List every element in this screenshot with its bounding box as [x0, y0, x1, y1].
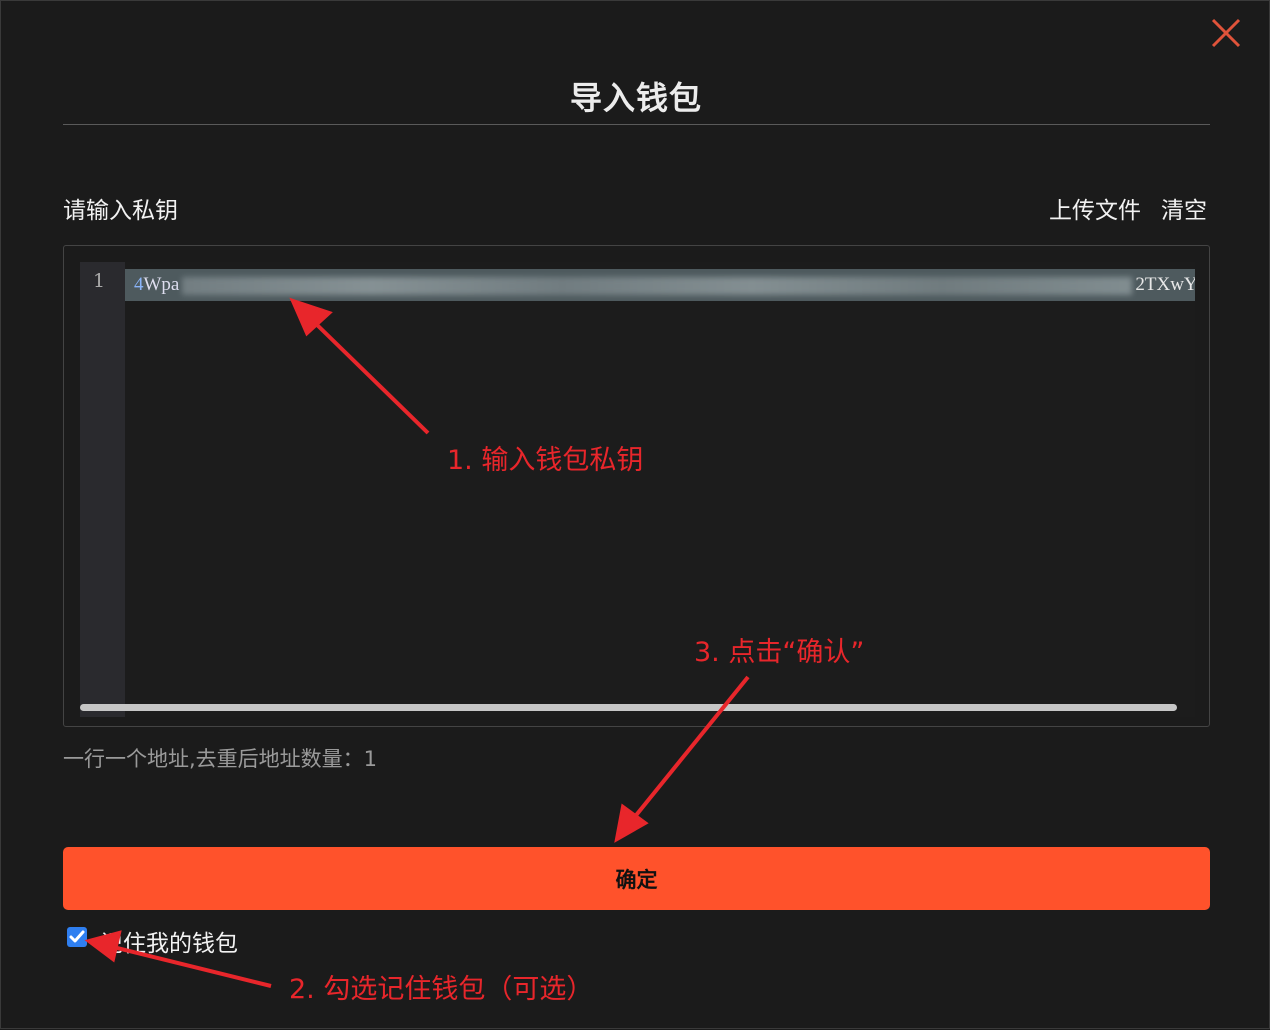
- dialog-title: 导入钱包: [569, 79, 702, 117]
- annotation-step-2: 2. 勾选记住钱包（可选）: [289, 974, 594, 1005]
- confirm-button[interactable]: 确定: [63, 847, 1210, 910]
- clear-link[interactable]: 清空: [1161, 191, 1207, 225]
- upload-file-link[interactable]: 上传文件: [1049, 191, 1141, 225]
- checkmark-icon: [69, 930, 85, 943]
- editor-area[interactable]: 1 4Wpa 2TXwYE: [80, 262, 1195, 717]
- line-number: 1: [92, 270, 106, 292]
- code-suffix: 2TXwYE: [1135, 274, 1195, 295]
- private-key-editor[interactable]: 1 4Wpa 2TXwYE: [63, 245, 1210, 727]
- address-count-hint: 一行一个地址,去重后地址数量：1: [63, 747, 378, 771]
- annotation-step-1: 1. 输入钱包私钥: [447, 445, 644, 476]
- private-key-label: 请输入私钥: [63, 198, 178, 224]
- close-button[interactable]: [1208, 15, 1244, 51]
- horizontal-scrollbar[interactable]: [80, 704, 1177, 711]
- close-icon[interactable]: [1208, 15, 1244, 51]
- code-prefix: 4Wpa: [125, 274, 179, 295]
- annotation-step-3: 3. 点击“确认”: [694, 637, 865, 668]
- arrow-to-confirm-head: [614, 803, 649, 843]
- blurred-key-text: [182, 276, 1133, 295]
- title-divider: [63, 124, 1210, 125]
- code-first-char: 4: [134, 274, 144, 295]
- line-gutter: 1: [80, 262, 125, 717]
- code-line[interactable]: 4Wpa 2TXwYE: [125, 269, 1195, 301]
- remember-wallet-label[interactable]: 记住我的钱包: [100, 924, 238, 958]
- remember-checkbox[interactable]: [67, 927, 87, 947]
- import-wallet-dialog: 导入钱包 请输入私钥 上传文件 清空 1 4Wpa 2TXwYE 一行一个地址,去…: [0, 0, 1270, 1029]
- code-prefix-rest: Wpa: [143, 274, 180, 295]
